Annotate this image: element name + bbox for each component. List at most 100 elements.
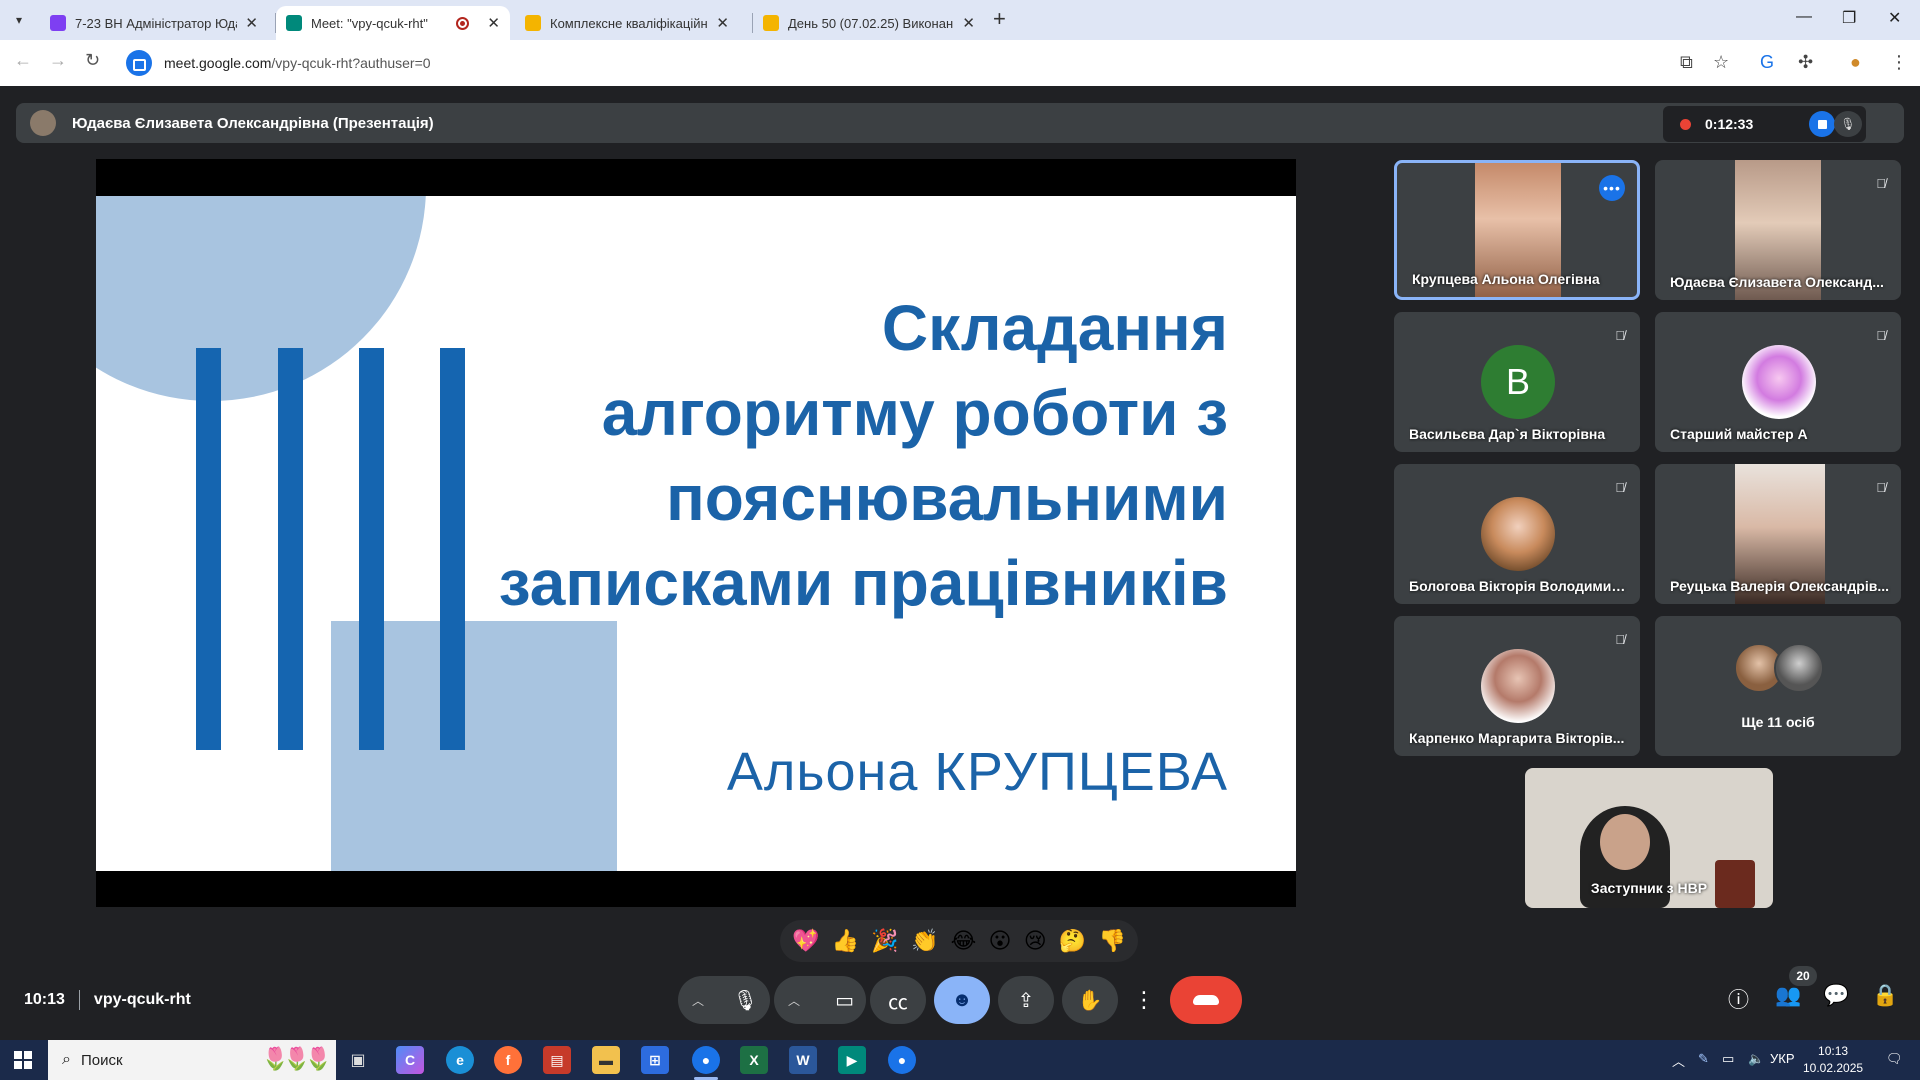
copilot-icon[interactable]: C bbox=[396, 1046, 424, 1074]
minimize-icon[interactable]: — bbox=[1796, 8, 1812, 26]
search-placeholder: Поиск bbox=[80, 1051, 123, 1069]
address-toolbar: ← → ↻ meet.google.com/vpy-qcuk-rht?authu… bbox=[0, 40, 1920, 86]
reaction-heart[interactable]: 💖 bbox=[792, 928, 819, 954]
participant-tile[interactable]: В 🎙̸ Васильєва Дар`я Вікторівна bbox=[1394, 312, 1640, 452]
taskbar-search[interactable]: ⌕ Поиск 🌷🌷🌷 bbox=[48, 1040, 336, 1080]
more-options-button[interactable]: ⋮ bbox=[1129, 976, 1159, 1024]
self-view-tile[interactable]: Заступник з НВР bbox=[1525, 768, 1773, 908]
url-bar[interactable]: meet.google.com/vpy-qcuk-rht?authuser=0 bbox=[122, 45, 1712, 81]
tab-meet[interactable]: Meet: "vpy-qcuk-rht" ✕ bbox=[276, 6, 510, 40]
open-in-new-icon[interactable]: ⧉ bbox=[1680, 52, 1693, 73]
reaction-party[interactable]: 🎉 bbox=[871, 928, 898, 954]
reaction-laugh[interactable]: 😂 bbox=[951, 928, 977, 954]
slides-favicon-icon bbox=[525, 15, 541, 31]
participant-tile[interactable]: 🎙̸ Бологова Вікторія Володимир... bbox=[1394, 464, 1640, 604]
new-tab-plus-icon[interactable]: + bbox=[993, 6, 1006, 32]
tab-search-chevron-icon[interactable]: ▾ bbox=[6, 7, 32, 33]
profile-avatar-icon[interactable]: ● bbox=[1850, 52, 1861, 73]
microphone-control[interactable]: ︿ 🎙 bbox=[678, 976, 770, 1024]
chat-icon[interactable]: 💬 bbox=[1823, 984, 1849, 1008]
tab-close-icon[interactable]: ✕ bbox=[487, 14, 500, 32]
meet-app-icon[interactable]: ▶ bbox=[838, 1046, 866, 1074]
participant-avatar bbox=[1481, 649, 1555, 723]
participant-tile[interactable]: ••• Крупцева Альона Олегівна bbox=[1394, 160, 1640, 300]
presentation-frame: Складання алгоритму роботи з пояснювальн… bbox=[96, 159, 1296, 907]
participant-tile[interactable]: 🎙̸ Карпенко Маргарита Вікторів... bbox=[1394, 616, 1640, 756]
tab-close-icon[interactable]: ✕ bbox=[962, 14, 975, 32]
participant-letter-avatar: В bbox=[1481, 345, 1555, 419]
pen-icon[interactable]: ✎ bbox=[1698, 1051, 1709, 1067]
file-explorer-icon[interactable]: ▬ bbox=[592, 1046, 620, 1074]
reaction-thumbs-down[interactable]: 👎 bbox=[1098, 928, 1125, 954]
edge-icon[interactable]: e bbox=[446, 1046, 474, 1074]
reaction-sad[interactable]: 😢 bbox=[1024, 928, 1047, 954]
captions-button[interactable]: ㏄ bbox=[870, 976, 926, 1024]
browser-menu-icon[interactable]: ⋮ bbox=[1890, 52, 1908, 73]
raise-hand-button[interactable]: ✋ bbox=[1062, 976, 1118, 1024]
leave-call-button[interactable] bbox=[1170, 976, 1242, 1024]
slides-favicon-icon bbox=[763, 15, 779, 31]
site-info-icon[interactable] bbox=[126, 50, 152, 76]
chrome-icon[interactable]: ● bbox=[888, 1046, 916, 1074]
slide-author: Альона КРУПЦЕВА bbox=[726, 742, 1228, 802]
microphone-icon[interactable]: 🎙 bbox=[733, 988, 758, 1013]
more-options-icon[interactable]: ••• bbox=[1599, 175, 1625, 201]
participant-tile[interactable]: 🎙̸ Реуцька Валерія Олександрів... bbox=[1655, 464, 1901, 604]
classroom-favicon-icon bbox=[50, 15, 66, 31]
meeting-details-icon[interactable]: ⓘ bbox=[1728, 984, 1749, 1014]
meet-favicon-icon bbox=[286, 15, 302, 31]
others-tile[interactable]: Ще 11 осіб bbox=[1655, 616, 1901, 756]
search-icon: ⌕ bbox=[62, 1051, 71, 1068]
present-screen-button[interactable]: ⇪ bbox=[998, 976, 1054, 1024]
firefox-icon[interactable]: f bbox=[494, 1046, 522, 1074]
bookmark-star-icon[interactable]: ☆ bbox=[1713, 52, 1729, 73]
participant-tile[interactable]: 🎙̸ Юдаєва Єлизавета Олександ... bbox=[1655, 160, 1901, 300]
presenter-label: Юдаєва Єлизавета Олександрівна (Презента… bbox=[72, 114, 434, 132]
notifications-icon[interactable]: 🗨 bbox=[1886, 1051, 1903, 1067]
chrome-icon[interactable]: ● bbox=[692, 1046, 720, 1074]
reload-icon[interactable]: ↻ bbox=[85, 50, 100, 71]
camera-icon[interactable]: ▭ bbox=[835, 988, 854, 1013]
camera-control[interactable]: ︿ ▭ bbox=[774, 976, 866, 1024]
reaction-clap[interactable]: 👏 bbox=[911, 928, 938, 954]
app-icon[interactable]: ▤ bbox=[543, 1046, 571, 1074]
translate-icon[interactable]: G bbox=[1760, 52, 1774, 73]
video-options-chevron-icon[interactable]: ︿ bbox=[788, 992, 800, 1009]
input-language[interactable]: УКР bbox=[1770, 1051, 1795, 1066]
windows-start-icon[interactable] bbox=[14, 1051, 32, 1069]
excel-icon[interactable]: X bbox=[740, 1046, 768, 1074]
tray-overflow-chevron-icon[interactable]: ︿ bbox=[1672, 1051, 1685, 1070]
task-view-icon[interactable]: ▣ bbox=[344, 1046, 372, 1074]
tab-day-50[interactable]: День 50 (07.02.25) Виконання ✕ bbox=[753, 6, 985, 40]
taskbar-clock[interactable]: 10:13 10.02.2025 bbox=[1803, 1043, 1863, 1077]
reaction-thumbs-up[interactable]: 👍 bbox=[832, 928, 859, 954]
meet-stage: Юдаєва Єлизавета Олександрівна (Презента… bbox=[0, 86, 1920, 1040]
slide-title: Складання алгоритму роботи з пояснювальн… bbox=[498, 292, 1228, 619]
volume-icon[interactable]: 🔈 bbox=[1748, 1051, 1764, 1067]
tab-qualification[interactable]: Комплексне кваліфікаційне за ✕ bbox=[515, 6, 739, 40]
network-icon[interactable]: ▭ bbox=[1722, 1051, 1734, 1067]
emoji-icon: ☻ bbox=[951, 988, 973, 1011]
tab-close-icon[interactable]: ✕ bbox=[245, 14, 258, 32]
tab-close-icon[interactable]: ✕ bbox=[716, 14, 729, 32]
reaction-surprised[interactable]: 😮 bbox=[989, 928, 1012, 954]
back-arrow-icon[interactable]: ← bbox=[14, 50, 32, 71]
mic-off-icon: 🎙̸ bbox=[1615, 480, 1625, 495]
reactions-button[interactable]: ☻ bbox=[934, 976, 990, 1024]
forward-arrow-icon[interactable]: → bbox=[49, 50, 67, 71]
store-icon[interactable]: ⊞ bbox=[641, 1046, 669, 1074]
tab-admin[interactable]: 7-23 ВН Адміністратор Юдаєв ✕ bbox=[40, 6, 268, 40]
host-controls-lock-icon[interactable]: 🔒 bbox=[1872, 984, 1898, 1008]
presenter-bar: Юдаєва Єлизавета Олександрівна (Презента… bbox=[16, 103, 1904, 143]
word-icon[interactable]: W bbox=[789, 1046, 817, 1074]
divider bbox=[78, 990, 80, 1010]
stop-recording-button[interactable] bbox=[1809, 111, 1835, 137]
extensions-puzzle-icon[interactable]: ✣ bbox=[1798, 52, 1813, 73]
captions-icon: ㏄ bbox=[888, 991, 908, 1014]
restore-icon[interactable]: ❐ bbox=[1842, 8, 1856, 28]
reaction-thinking[interactable]: 🤔 bbox=[1059, 928, 1086, 954]
audio-options-chevron-icon[interactable]: ︿ bbox=[692, 992, 704, 1009]
window-close-icon[interactable]: ✕ bbox=[1888, 8, 1901, 28]
people-icon[interactable]: 👥 bbox=[1775, 984, 1801, 1008]
participant-tile[interactable]: 🎙̸ Старший майстер А bbox=[1655, 312, 1901, 452]
